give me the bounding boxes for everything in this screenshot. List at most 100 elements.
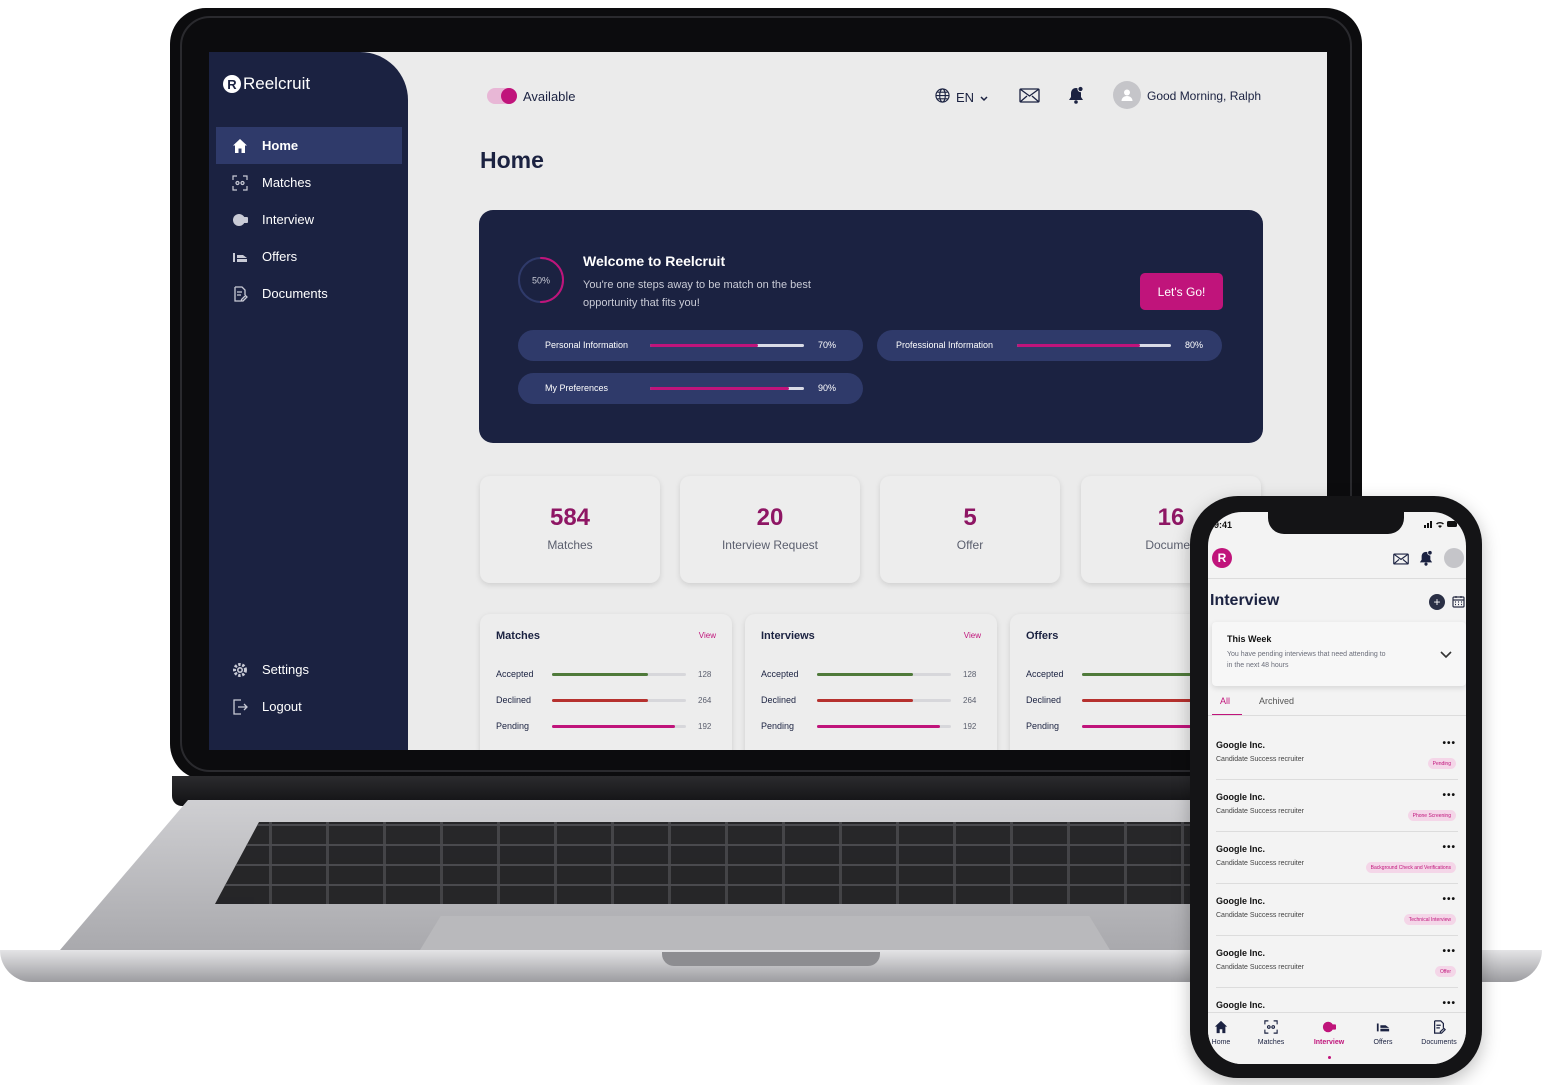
status-icons [1424,520,1458,530]
stat-value: 5 [963,504,977,531]
row-track [817,725,951,728]
bottom-nav-documents[interactable]: Documents [1410,1019,1466,1046]
row-track [552,725,686,728]
company-name: Google Inc. [1216,844,1266,854]
section-label: My Preferences [545,383,609,393]
sidebar-item-home[interactable]: Home [216,127,402,164]
sidebar-item-documents[interactable]: Documents [216,275,402,312]
documents-icon [232,285,248,302]
this-week-title: This Week [1227,634,1272,644]
bottom-nav-interview[interactable]: Interview [1300,1019,1358,1046]
reelcruit-logo-icon[interactable]: R [1212,548,1232,568]
user-icon [1121,89,1133,101]
list-item[interactable]: Google Inc. Candidate Success recruiter … [1216,832,1458,884]
sidebar-item-label: Interview [262,212,315,227]
sidebar-item-label: Settings [262,662,309,677]
add-icon[interactable]: + [1429,594,1445,610]
status-badge: Phone Screening [1407,810,1456,821]
profile-section-professional[interactable]: Professional Information 80% [877,330,1222,361]
list-item[interactable]: Google Inc. Candidate Success recruiter … [1216,884,1458,936]
avatar[interactable] [1444,548,1464,568]
list-item[interactable]: Google Inc. Candidate Success recruiter … [1216,728,1458,780]
desktop-screen: R Reelcruit Home Matches Interview Offer… [209,52,1327,750]
stat-card-matches[interactable]: 584 Matches [480,476,660,583]
welcome-title: Welcome to Reelcruit [583,253,726,269]
row-fill [1082,673,1203,676]
brand-name: Reelcruit [243,74,311,93]
row-value: 264 [963,696,977,705]
laptop-front-notch [662,952,880,966]
stat-card-offer[interactable]: 5 Offer [880,476,1060,583]
greeting-text: Good Morning, Ralph [1147,89,1262,103]
sidebar-item-label: Logout [262,699,302,714]
availability-toggle[interactable] [487,88,517,104]
tab-archived[interactable]: Archived [1259,696,1294,706]
panel-row-accepted: Accepted 128 [761,669,981,681]
tab-all[interactable]: All [1220,696,1230,706]
bell-icon[interactable] [1068,85,1084,109]
more-icon[interactable]: ••• [1442,842,1456,853]
mail-icon[interactable] [1393,552,1409,570]
sidebar-item-label: Documents [262,286,328,301]
row-track [817,699,951,702]
sidebar-bottom-nav: Settings Logout [216,651,402,725]
bottom-nav-label: Matches [1257,1039,1285,1046]
more-icon[interactable]: ••• [1442,790,1456,801]
header-divider [1208,578,1466,579]
sidebar-item-settings[interactable]: Settings [216,651,402,688]
profile-progress-ring: 50% [518,257,564,303]
active-tab-dot [1328,1056,1331,1059]
list-item[interactable]: Google Inc. Candidate Success recruiter … [1216,936,1458,988]
chevron-down-icon [980,90,988,105]
profile-progress-label: 50% [532,276,550,286]
sidebar-item-logout[interactable]: Logout [216,688,402,725]
role-name: Candidate Success recruiter [1216,756,1304,763]
row-label: Accepted [761,669,799,679]
list-item[interactable]: Google Inc. Candidate Success recruiter … [1216,780,1458,832]
section-value: 80% [1185,340,1204,350]
row-label: Declined [1026,695,1062,705]
mail-icon[interactable] [1019,88,1040,108]
sidebar-item-offers[interactable]: Offers [216,238,402,275]
profile-section-preferences[interactable]: My Preferences 90% [518,373,863,404]
bottom-nav-matches[interactable]: Matches [1242,1019,1300,1046]
bell-icon[interactable] [1419,550,1433,571]
more-icon[interactable]: ••• [1442,738,1456,749]
status-badge: Offer [1434,966,1456,977]
section-progress-fill [650,387,789,390]
avatar[interactable] [1113,81,1141,109]
tabs-divider [1208,715,1466,716]
panel-row-pending: Pending 192 [761,721,981,733]
panel-view-link[interactable]: View [964,631,981,640]
calendar-icon[interactable] [1452,595,1465,613]
more-icon[interactable]: ••• [1442,998,1456,1009]
more-icon[interactable]: ••• [1442,894,1456,905]
signal-wifi-battery-icon [1424,521,1457,528]
panel-view-link[interactable]: View [699,631,716,640]
row-label: Declined [496,695,532,705]
home-icon [1214,1020,1228,1034]
sidebar-item-interview[interactable]: Interview [216,201,402,238]
this-week-card[interactable]: This Week You have pending interviews th… [1212,622,1466,686]
more-icon[interactable]: ••• [1442,946,1456,957]
chevron-down-icon[interactable] [1440,646,1452,664]
row-fill [552,725,676,728]
role-name: Candidate Success recruiter [1216,860,1304,867]
bottom-nav: Home Matches Interview Offers Documents [1208,1012,1466,1064]
bottom-nav-offers[interactable]: Offers [1354,1019,1412,1046]
profile-section-personal[interactable]: Personal Information 70% [518,330,863,361]
panel-interviews: Interviews View Accepted 128 Declined 264 … [745,614,997,750]
status-badge: Pending [1427,758,1456,769]
row-value: 192 [698,722,712,731]
language-selector[interactable]: EN [935,88,988,106]
panel-row-pending: Pending 192 [496,721,716,733]
bottom-nav-label: Documents [1421,1039,1457,1046]
row-fill [817,699,914,702]
stat-card-interview-request[interactable]: 20 Interview Request [680,476,860,583]
sidebar-item-matches[interactable]: Matches [216,164,402,201]
row-track [552,673,686,676]
section-progress-track [1017,344,1171,347]
brand-logo[interactable]: R Reelcruit [223,74,310,94]
row-fill [817,725,941,728]
lets-go-button[interactable]: Let's Go! [1140,273,1223,310]
